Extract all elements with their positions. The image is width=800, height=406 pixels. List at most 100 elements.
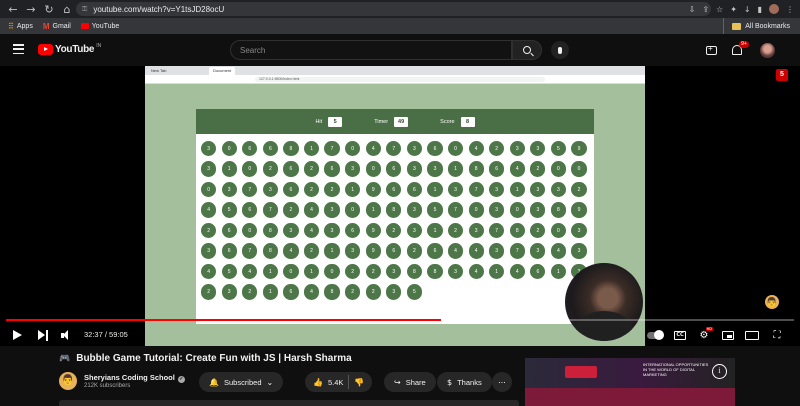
download-icon[interactable]: ↓	[744, 5, 751, 14]
youtube-logo[interactable]: YouTube IN	[38, 43, 101, 55]
subtitles-icon[interactable]: CC	[674, 330, 686, 340]
channel-watermark-icon[interactable]: 👨	[765, 295, 779, 309]
bookmark-youtube[interactable]: YouTube	[80, 23, 119, 30]
fullscreen-icon[interactable]: ⛶	[770, 329, 784, 341]
address-url[interactable]: youtube.com/watch?v=Y1tsJD28ocU	[93, 5, 224, 14]
site-info-icon[interactable]: ⚿	[82, 5, 87, 14]
reload-icon[interactable]: ↻	[40, 0, 58, 18]
sidebar-ad[interactable]: INTERNATIONAL OPPORTUNITIES IN THE WORLD…	[525, 358, 735, 406]
bubble: 2	[365, 284, 381, 300]
hit-display: Hit 5	[315, 116, 343, 127]
bookmark-gmail[interactable]: M Gmail	[43, 22, 71, 31]
share-page-icon[interactable]: ⇪	[702, 5, 709, 14]
search-input[interactable]: Search	[230, 40, 512, 60]
autoplay-toggle[interactable]	[647, 330, 664, 340]
back-icon[interactable]: ←	[4, 0, 22, 18]
apps-grid-icon: ⠿	[8, 21, 14, 31]
create-icon[interactable]	[706, 44, 717, 55]
search-button[interactable]	[512, 40, 542, 60]
bubble: 9	[571, 141, 587, 157]
miniplayer-icon[interactable]	[722, 330, 734, 340]
hit-value: 5	[328, 116, 343, 127]
profile-avatar[interactable]	[769, 4, 779, 14]
search-placeholder: Search	[240, 45, 266, 55]
ad-info-icon[interactable]: i	[712, 364, 727, 379]
sidepanel-icon[interactable]: ▮	[758, 5, 762, 14]
bookmark-label: Gmail	[52, 22, 71, 30]
bubble: 7	[509, 243, 525, 259]
like-icon[interactable]: 👍	[313, 378, 323, 387]
bubble: 3	[221, 284, 237, 300]
like-count[interactable]: 5.4K	[328, 378, 343, 387]
bookmark-apps[interactable]: ⠿ Apps	[8, 22, 33, 31]
voice-search-button[interactable]	[551, 41, 569, 59]
bubble: 3	[447, 263, 464, 280]
all-bookmarks[interactable]: All Bookmarks	[723, 18, 790, 34]
card-badge[interactable]: 5	[776, 69, 788, 81]
bubble: 1	[365, 202, 381, 218]
channel-row: 👨 Sheryians Coding School ✓ 212K subscrib…	[59, 370, 519, 396]
gamepad-icon: 🎮	[59, 353, 71, 363]
menu-hamburger-icon[interactable]	[13, 44, 24, 54]
extension-area: ⇩ ⇪ ☆ ✦ ↓ ▮ ⋮	[689, 0, 794, 18]
bubble: 4	[283, 243, 299, 259]
bubble: 7	[489, 222, 505, 239]
account-avatar[interactable]	[760, 43, 775, 58]
bubble: 8	[262, 222, 278, 239]
video-player[interactable]: New Tab Document 127.0.0.1:5500/index.ht…	[0, 66, 800, 346]
theater-mode-icon[interactable]	[745, 330, 759, 340]
bubble: 0	[345, 202, 361, 218]
next-icon[interactable]	[38, 330, 48, 341]
progress-bar[interactable]	[6, 319, 794, 321]
game-top-bar: Hit 5 Timer 49 Score 8	[196, 109, 594, 134]
bubble: 1	[262, 284, 278, 300]
subscribed-button[interactable]: 🔔 Subscribed ⌄	[199, 372, 284, 392]
bubble: 7	[324, 141, 340, 157]
ad-text: INTERNATIONAL OPPORTUNITIES IN THE WORLD…	[643, 362, 709, 377]
bubble: 8	[283, 141, 299, 157]
home-icon[interactable]: ⌂	[58, 0, 76, 18]
bubble: 3	[489, 202, 505, 218]
bubble: 4	[509, 263, 525, 280]
volume-icon[interactable]	[61, 330, 72, 341]
bubble: 3	[221, 181, 237, 198]
bubble: 4	[201, 263, 217, 280]
description-box[interactable]	[59, 400, 519, 406]
thanks-label: Thanks	[457, 377, 482, 387]
bubble: 3	[530, 181, 546, 198]
youtube-icon	[80, 23, 89, 29]
bubble: 2	[303, 161, 320, 177]
bubble: 3	[406, 141, 422, 157]
channel-name-text[interactable]: Sheryians Coding School	[84, 373, 175, 382]
bubble: 0	[242, 161, 258, 177]
score-label: Score	[440, 118, 455, 125]
forward-icon[interactable]: →	[22, 0, 40, 18]
settings-icon[interactable]: ⚙ HD	[697, 327, 713, 341]
player-controls: 32:37 / 59:05 CC ⚙ HD ⛶	[0, 324, 800, 346]
subscribed-label: Subscribed	[223, 377, 262, 387]
bubble: 7	[242, 181, 258, 198]
bubble: 4	[509, 161, 525, 177]
channel-avatar[interactable]: 👨	[59, 372, 77, 390]
bubble: 3	[509, 141, 525, 157]
extensions-icon[interactable]: ✦	[730, 5, 737, 14]
install-icon[interactable]: ⇩	[689, 5, 696, 14]
bubble: 0	[550, 222, 567, 239]
star-icon[interactable]: ☆	[716, 5, 723, 14]
bubble: 1	[303, 263, 320, 280]
bell-icon: 🔔	[209, 377, 219, 387]
dislike-icon[interactable]: 👎	[354, 378, 364, 387]
bubble: 1	[427, 222, 443, 239]
address-bar[interactable]: ⚿ youtube.com/watch?v=Y1tsJD28ocU	[76, 2, 711, 16]
play-icon[interactable]	[13, 330, 22, 340]
menu-icon[interactable]: ⋮	[786, 5, 794, 14]
search-icon	[523, 46, 531, 54]
bubble: 6	[242, 141, 258, 157]
video-title-text: Bubble Game Tutorial: Create Fun with JS…	[76, 353, 352, 364]
thanks-button[interactable]: $ Thanks	[437, 372, 492, 392]
bubble: 2	[447, 222, 464, 239]
channel-name[interactable]: Sheryians Coding School ✓	[84, 373, 185, 383]
thanks-icon: $	[447, 377, 453, 387]
share-button[interactable]: ↪ Share	[384, 372, 436, 392]
more-actions-button[interactable]: ...	[492, 372, 512, 392]
